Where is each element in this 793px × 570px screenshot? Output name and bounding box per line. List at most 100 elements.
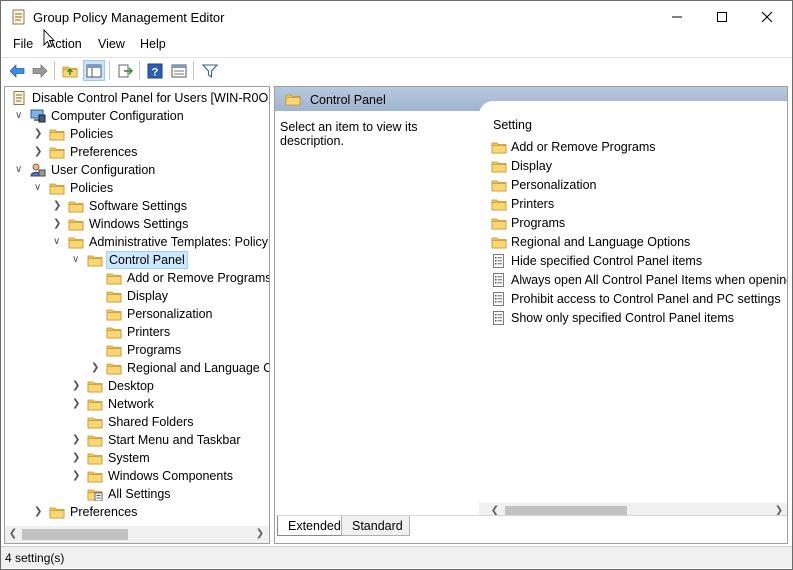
tree-shared-folders[interactable]: Shared Folders	[5, 413, 269, 431]
scroll-left-icon[interactable]: ❮	[7, 528, 19, 539]
tree-display[interactable]: Display	[5, 287, 269, 305]
tab-standard[interactable]: Standard	[341, 516, 410, 536]
minimize-button[interactable]	[654, 1, 700, 33]
expand-chevron-icon[interactable]: ❯	[34, 128, 44, 140]
expand-chevron-icon[interactable]: ❯	[53, 218, 63, 230]
expand-chevron-icon[interactable]: ❯	[72, 452, 82, 464]
expand-chevron-icon[interactable]: ❯	[53, 200, 63, 212]
tree-item-label: Shared Folders	[108, 415, 194, 429]
tree-item-label: Start Menu and Taskbar	[108, 433, 241, 447]
details-pane: Control Panel Select an item to view its…	[274, 86, 788, 544]
expand-chevron-icon[interactable]: ❯	[72, 380, 82, 392]
list-item-label: Printers	[511, 197, 555, 211]
collapse-chevron-icon[interactable]: ∨	[15, 164, 25, 176]
expand-chevron-icon[interactable]: ❯	[72, 398, 82, 410]
tree-computer-configuration[interactable]: ∨ Computer Configuration	[5, 107, 269, 125]
forward-button[interactable]	[29, 60, 51, 81]
title-bar: Group Policy Management Editor	[1, 1, 792, 33]
show-hide-console-tree-button[interactable]	[83, 60, 105, 81]
gpme-window: Group Policy Management Editor File Acti…	[0, 0, 793, 570]
tree-root-gpo[interactable]: Disable Control Panel for Users [WIN-R0O…	[5, 89, 269, 107]
folder-icon	[285, 94, 301, 106]
scroll-right-icon[interactable]: ❯	[254, 528, 266, 539]
menu-file[interactable]: File	[13, 37, 33, 51]
folder-icon	[106, 325, 122, 339]
close-button[interactable]	[744, 1, 790, 33]
tree-all-settings[interactable]: All Settings	[5, 485, 269, 503]
tree-system[interactable]: ❯ System	[5, 449, 269, 467]
tree-windows-settings[interactable]: ❯ Windows Settings	[5, 215, 269, 233]
tree-add-remove-programs[interactable]: Add or Remove Programs	[5, 269, 269, 287]
tree-uc-policies[interactable]: ∨ Policies	[5, 179, 269, 197]
tree-printers[interactable]: Printers	[5, 323, 269, 341]
list-item-label: Show only specified Control Panel items	[511, 311, 735, 325]
policy-setting-icon	[493, 292, 504, 306]
export-list-icon	[118, 64, 133, 77]
tree-software-settings[interactable]: ❯ Software Settings	[5, 197, 269, 215]
menu-bar: File Action View Help	[1, 34, 792, 56]
tree-horizontal-scrollbar[interactable]: ❮ ❯	[5, 526, 269, 543]
tree-uc-preferences[interactable]: ❯ Preferences	[5, 503, 269, 521]
tree-cc-preferences[interactable]: ❯ Preferences	[5, 143, 269, 161]
properties-button[interactable]	[168, 60, 190, 81]
user-icon	[30, 163, 46, 177]
tree-regional-language[interactable]: ❯ Regional and Language Op	[5, 359, 269, 377]
toolbar: ?	[1, 58, 792, 83]
tree-item-label: Display	[127, 289, 168, 303]
folder-icon	[87, 415, 103, 429]
tree-desktop[interactable]: ❯ Desktop	[5, 377, 269, 395]
mouse-pointer-icon	[43, 29, 55, 48]
up-one-level-button[interactable]	[59, 60, 81, 81]
folder-icon	[87, 433, 103, 447]
filter-button[interactable]	[199, 60, 221, 81]
folder-icon	[106, 361, 122, 375]
console-tree[interactable]: Disable Control Panel for Users [WIN-R0O…	[4, 86, 270, 544]
expand-chevron-icon[interactable]: ❯	[72, 434, 82, 446]
folder-icon	[87, 469, 103, 483]
tree-windows-components[interactable]: ❯ Windows Components	[5, 467, 269, 485]
tree-cc-policies[interactable]: ❯ Policies	[5, 125, 269, 143]
tree-item-label: Policies	[70, 181, 114, 195]
collapse-chevron-icon[interactable]: ∨	[15, 110, 25, 122]
tree-administrative-templates[interactable]: ∨ Administrative Templates: Policy d	[5, 233, 269, 251]
menu-view[interactable]: View	[98, 37, 125, 51]
expand-chevron-icon[interactable]: ❯	[34, 146, 44, 158]
folder-icon	[491, 142, 507, 154]
back-arrow-icon	[9, 63, 25, 78]
column-header-setting[interactable]: Setting	[493, 118, 532, 132]
menu-help[interactable]: Help	[140, 37, 166, 51]
collapse-chevron-icon[interactable]: ∨	[34, 182, 44, 194]
expand-chevron-icon[interactable]: ❯	[34, 506, 44, 518]
folder-icon	[68, 199, 84, 213]
tree-personalization[interactable]: Personalization	[5, 305, 269, 323]
folder-icon	[106, 343, 122, 357]
folder-icon	[87, 253, 103, 267]
tree-start-menu-taskbar[interactable]: ❯ Start Menu and Taskbar	[5, 431, 269, 449]
expand-chevron-icon[interactable]: ❯	[91, 362, 101, 374]
tree-user-configuration[interactable]: ∨ User Configuration	[5, 161, 269, 179]
folder-icon	[87, 451, 103, 465]
group-policy-object-icon	[11, 91, 27, 105]
export-list-button[interactable]	[114, 60, 136, 81]
computer-icon	[30, 109, 46, 123]
expand-chevron-icon[interactable]: ❯	[72, 470, 82, 482]
forward-arrow-icon	[32, 63, 48, 78]
window-title: Group Policy Management Editor	[33, 10, 225, 25]
show-hide-tree-icon	[86, 64, 102, 77]
folder-icon	[68, 217, 84, 231]
tree-item-label: Computer Configuration	[51, 109, 184, 123]
tree-network[interactable]: ❯ Network	[5, 395, 269, 413]
back-button[interactable]	[6, 60, 28, 81]
collapse-chevron-icon[interactable]: ∨	[53, 236, 63, 248]
tree-programs[interactable]: Programs	[5, 341, 269, 359]
maximize-button[interactable]	[699, 1, 745, 33]
policy-setting-icon	[493, 254, 504, 268]
tree-item-label: Windows Components	[108, 469, 234, 483]
collapse-chevron-icon[interactable]: ∨	[72, 254, 82, 266]
tree-control-panel[interactable]: ∨ Control Panel	[5, 251, 269, 269]
tree-item-label: Desktop	[108, 379, 154, 393]
scrollbar-thumb[interactable]	[22, 529, 128, 540]
tab-extended[interactable]: Extended	[277, 516, 348, 536]
help-button[interactable]: ?	[144, 60, 166, 81]
settings-list[interactable]: Setting Add or Remove Programs Display Per…	[479, 101, 787, 517]
